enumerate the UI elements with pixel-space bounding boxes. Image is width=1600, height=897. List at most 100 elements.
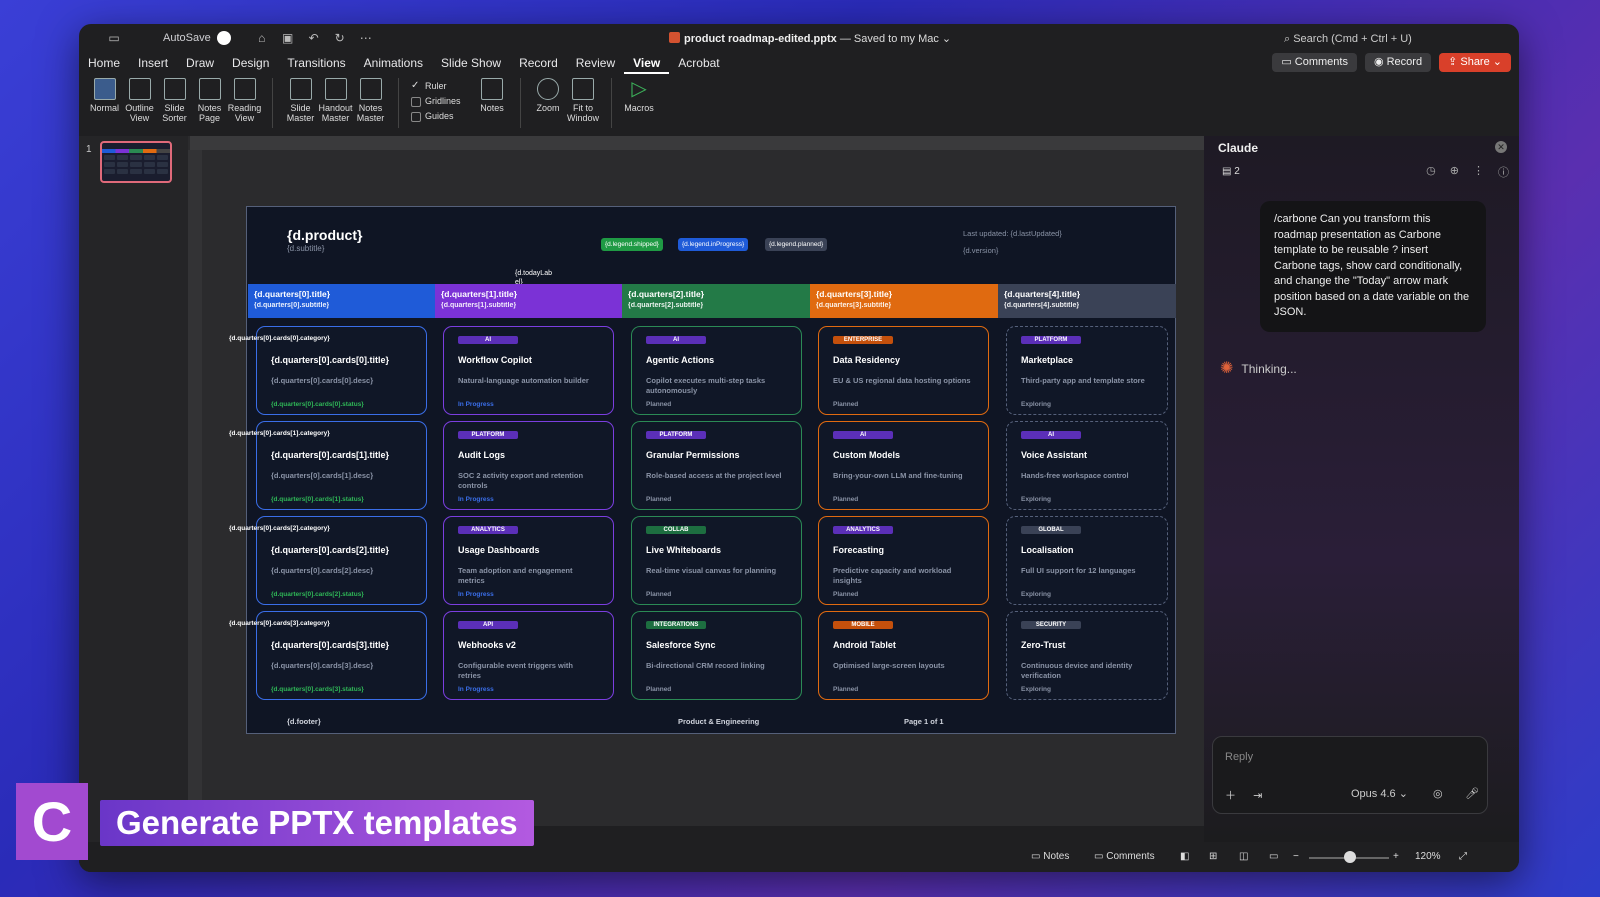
legend-inprogress[interactable]: {d.legend.inProgress} — [678, 238, 749, 251]
home-icon[interactable]: ⌂ — [255, 31, 269, 45]
reading-view-icon[interactable]: ◫ — [1239, 851, 1248, 862]
quarter-subtitle: {d.quarters[0].subtitle} — [254, 302, 330, 309]
new-chat-icon[interactable]: ⊕ — [1450, 164, 1459, 180]
roadmap-card[interactable]: AI Custom Models Bring-your-own LLM and fi… — [818, 421, 989, 510]
context-badge[interactable]: ▤ 2 — [1222, 166, 1240, 177]
product-title[interactable]: {d.product} — [287, 227, 362, 243]
roadmap-card[interactable]: SECURITY Zero-Trust Continuous device and … — [1006, 611, 1168, 700]
save-icon[interactable]: ▣ — [281, 31, 295, 45]
share-button[interactable]: ⇪ Share ⌄ — [1439, 53, 1511, 72]
tab-view[interactable]: View — [624, 52, 670, 74]
model-selector[interactable]: Opus 4.6 ⌄ — [1351, 787, 1408, 800]
microphone-icon[interactable]: 🎤︎ — [1465, 787, 1479, 800]
tab-design[interactable]: Design — [223, 52, 278, 74]
slide-sorter-button[interactable]: Slide Sorter — [157, 74, 192, 123]
tab-review[interactable]: Review — [567, 52, 624, 74]
card-category-tag[interactable]: {d.quarters[0].cards[2].category} — [229, 525, 330, 532]
roadmap-card[interactable]: API Webhooks v2 Configurable event trigger… — [443, 611, 614, 700]
roadmap-card[interactable]: ANALYTICS Forecasting Predictive capacity … — [818, 516, 989, 605]
sorter-view-icon[interactable]: ⊞ — [1209, 851, 1217, 862]
roadmap-card[interactable]: PLATFORM Granular Permissions Role-based a… — [631, 421, 802, 510]
slide-thumbnail[interactable] — [100, 141, 172, 183]
close-icon[interactable]: ✕ — [1495, 141, 1507, 153]
notes-button[interactable]: Notes — [475, 74, 510, 113]
roadmap-slide[interactable]: {d.product} {d.subtitle} {d.legend.shipp… — [229, 206, 1176, 734]
roadmap-card[interactable]: AI Agentic Actions Copilot executes multi-… — [631, 326, 802, 415]
card-category-tag[interactable]: {d.quarters[0].cards[3].category} — [229, 620, 330, 627]
quarter-header[interactable]: {d.quarters[0].title} {d.quarters[0].subt… — [248, 284, 435, 318]
legend-planned[interactable]: {d.legend.planned} — [765, 238, 828, 251]
quarter-header[interactable]: {d.quarters[2].title} {d.quarters[2].subt… — [622, 284, 810, 318]
gridlines-checkbox[interactable]: Gridlines — [409, 94, 461, 109]
autosave-toggle[interactable] — [216, 31, 231, 45]
search-field[interactable]: ⌕ Search (Cmd + Ctrl + U) — [1284, 33, 1412, 46]
redo-icon[interactable]: ↻ — [333, 31, 347, 45]
sidebar-toggle-icon[interactable]: ▭ — [107, 31, 121, 45]
page-number[interactable]: Page 1 of 1 — [904, 717, 944, 726]
quarter-header[interactable]: {d.quarters[4].title} {d.quarters[4].subt… — [998, 284, 1176, 318]
handout-master-label: Handout Master — [318, 103, 353, 123]
tab-acrobat[interactable]: Acrobat — [669, 52, 728, 74]
notes-toggle[interactable]: ▭ Notes — [1031, 851, 1069, 862]
card-category-tag[interactable]: {d.quarters[0].cards[1].category} — [229, 430, 330, 437]
card-category-tag[interactable]: {d.quarters[0].cards[0].category} — [229, 335, 330, 342]
macros-button[interactable]: ▷ Macros — [622, 74, 657, 113]
legend-shipped[interactable]: {d.legend.shipped} — [601, 238, 663, 251]
zoom-slider-knob[interactable] — [1344, 851, 1356, 863]
tab-record[interactable]: Record — [510, 52, 567, 74]
fit-slide-icon[interactable]: ⤢ — [1459, 851, 1467, 862]
menu-dots-icon[interactable]: ⋮ — [1473, 164, 1484, 180]
outline-view-button[interactable]: Outline View — [122, 74, 157, 123]
notes-page-button[interactable]: Notes Page — [192, 74, 227, 123]
add-icon[interactable]: ＋ — [1225, 790, 1236, 802]
reading-view-button[interactable]: Reading View — [227, 74, 262, 123]
last-updated[interactable]: Last updated: {d.lastUpdated} — [963, 229, 1062, 238]
tab-insert[interactable]: Insert — [129, 52, 177, 74]
zoom-level[interactable]: 120% — [1415, 851, 1441, 862]
roadmap-card[interactable]: ANALYTICS Usage Dashboards Team adoption a… — [443, 516, 614, 605]
comments-toggle[interactable]: ▭ Comments — [1094, 851, 1155, 862]
footer-center[interactable]: Product & Engineering — [678, 717, 759, 726]
product-subtitle[interactable]: {d.subtitle} — [287, 244, 324, 253]
slide-footer[interactable]: {d.footer} — [287, 717, 321, 726]
roadmap-card[interactable]: MOBILE Android Tablet Optimised large-scre… — [818, 611, 989, 700]
handout-master-button[interactable]: Handout Master — [318, 74, 353, 123]
tab-home[interactable]: Home — [79, 52, 129, 74]
reply-box[interactable]: Reply ＋ ⇥ Opus 4.6 ⌄ ◎ 🎤︎ — [1212, 736, 1488, 814]
guides-checkbox[interactable]: Guides — [409, 109, 461, 124]
zoom-in-icon[interactable]: + — [1393, 851, 1399, 862]
presenter-icon[interactable]: ▭ — [1269, 851, 1278, 862]
roadmap-card[interactable]: INTEGRATIONS Salesforce Sync Bi-directiona… — [631, 611, 802, 700]
history-icon[interactable]: ◷ — [1426, 164, 1436, 180]
tab-transitions[interactable]: Transitions — [278, 52, 354, 74]
tab-draw[interactable]: Draw — [177, 52, 223, 74]
version-label[interactable]: {d.version} — [963, 246, 998, 255]
record-button[interactable]: ◉ Record — [1364, 53, 1432, 72]
more-icon[interactable]: ⋯ — [359, 31, 373, 45]
tab-slide-show[interactable]: Slide Show — [432, 52, 510, 74]
fit-to-window-button[interactable]: Fit to Window — [566, 74, 601, 123]
slide-master-button[interactable]: Slide Master — [283, 74, 318, 123]
normal-view-icon[interactable]: ◧ — [1180, 851, 1189, 862]
comments-button[interactable]: ▭ Comments — [1272, 53, 1357, 72]
roadmap-card[interactable]: AI Workflow Copilot Natural-language autom… — [443, 326, 614, 415]
roadmap-card[interactable]: PLATFORM Marketplace Third-party app and t… — [1006, 326, 1168, 415]
roadmap-card[interactable]: GLOBAL Localisation Full UI support for 12… — [1006, 516, 1168, 605]
tab-animations[interactable]: Animations — [355, 52, 432, 74]
roadmap-card[interactable]: ENTERPRISE Data Residency EU & US regional… — [818, 326, 989, 415]
normal-view-button[interactable]: Normal — [87, 74, 122, 113]
zoom-out-icon[interactable]: − — [1293, 851, 1299, 862]
mode-icon[interactable]: ⇥ — [1253, 790, 1262, 802]
undo-icon[interactable]: ↶ — [307, 31, 321, 45]
record-voice-icon[interactable]: ◎ — [1433, 787, 1443, 800]
info-icon[interactable]: ⓘ — [1498, 164, 1509, 180]
roadmap-card[interactable]: COLLAB Live Whiteboards Real-time visual c… — [631, 516, 802, 605]
quarter-header[interactable]: {d.quarters[1].title} {d.quarters[1].subt… — [435, 284, 622, 318]
quarter-header[interactable]: {d.quarters[3].title} {d.quarters[3].subt… — [810, 284, 998, 318]
zoom-button[interactable]: Zoom — [531, 74, 566, 113]
card-status: Planned — [646, 496, 672, 503]
roadmap-card[interactable]: AI Voice Assistant Hands-free workspace co… — [1006, 421, 1168, 510]
roadmap-card[interactable]: PLATFORM Audit Logs SOC 2 activity export … — [443, 421, 614, 510]
ruler-checkbox[interactable]: Ruler — [409, 78, 461, 94]
notes-master-button[interactable]: Notes Master — [353, 74, 388, 123]
